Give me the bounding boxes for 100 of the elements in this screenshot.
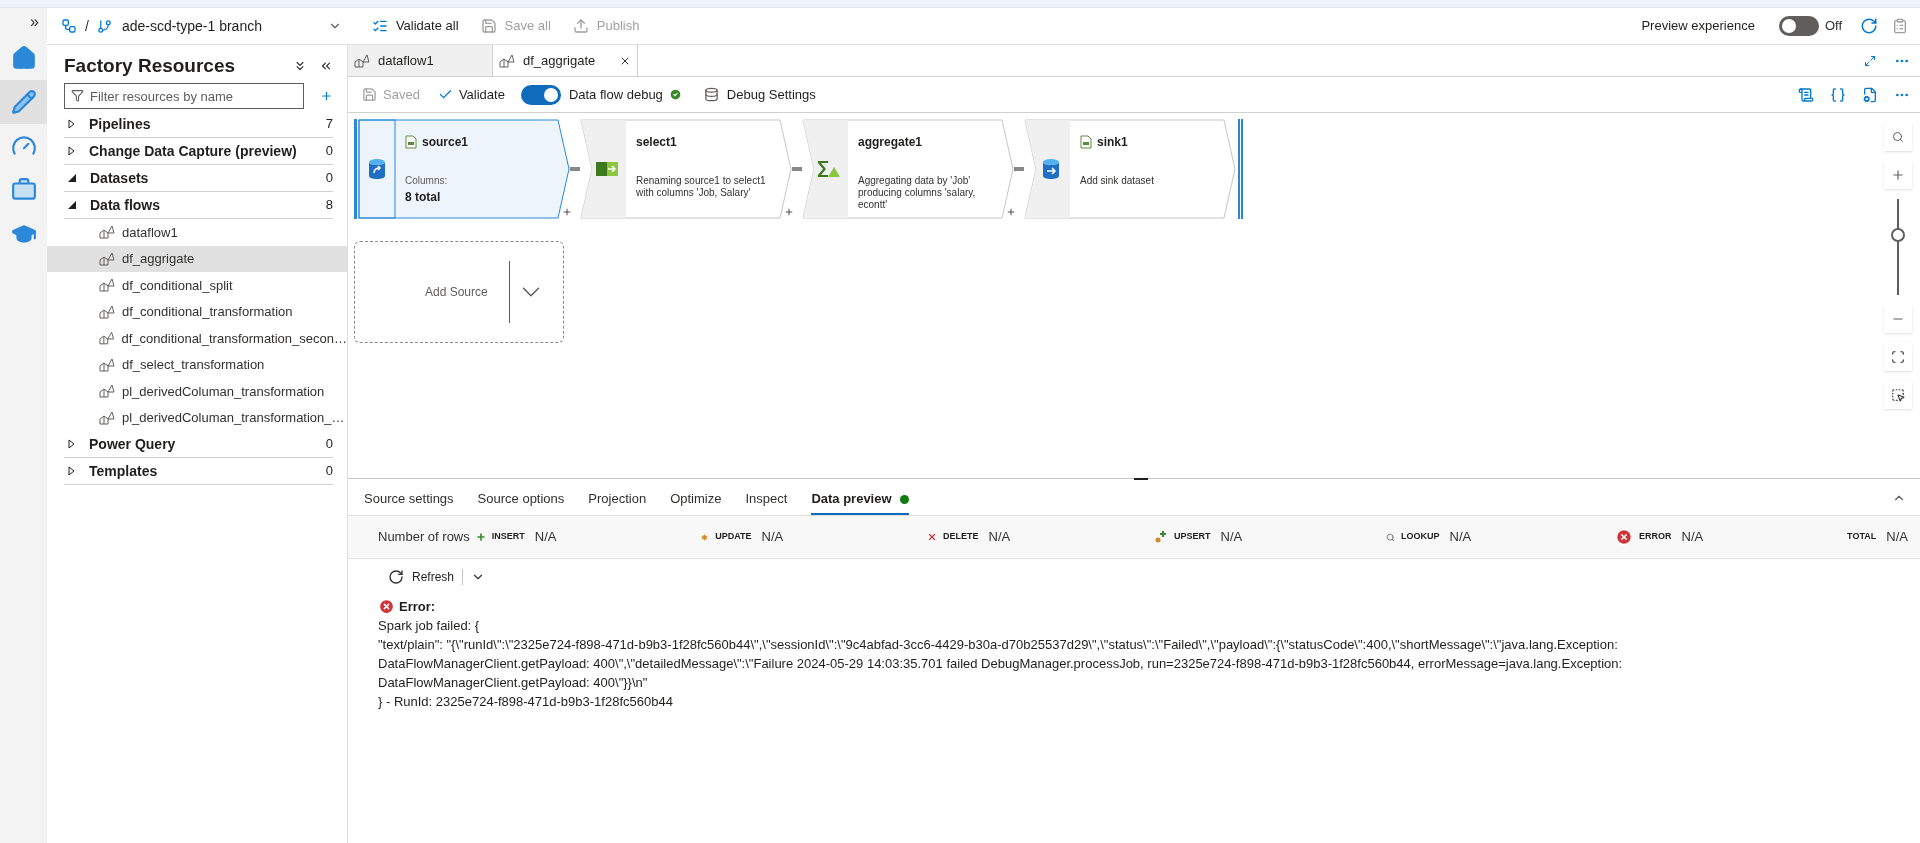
code-icon[interactable]	[1830, 86, 1846, 103]
add-source-card[interactable]: Add Source	[354, 241, 564, 343]
branch-selector[interactable]: ade-scd-type-1 branch	[121, 15, 342, 37]
zoom-slider[interactable]	[1890, 199, 1906, 295]
save-icon	[362, 87, 377, 102]
zoom-in-button[interactable]	[1884, 161, 1912, 189]
path-separator: /	[85, 16, 89, 36]
debug-settings-button[interactable]: Debug Settings	[703, 84, 816, 105]
dataflow-item[interactable]: df_aggrigate	[47, 245, 347, 272]
nav-item[interactable]	[0, 80, 47, 124]
toolbar-button[interactable]: Validate all	[371, 16, 459, 36]
refresh-button[interactable]: Refresh	[388, 568, 455, 586]
preview-toggle[interactable]	[1778, 16, 1819, 36]
count-value: N/A	[761, 528, 784, 547]
error-message-line: DataFlowManagerClient.getPayload: 400\"}}\n"	[378, 674, 649, 692]
upsert-icon	[1154, 530, 1169, 544]
panel-tab[interactable]: Projection	[588, 485, 647, 515]
error-message-line: DataFlowManagerClient.getPayload: 400\",\"detailedMessage\":\"Failure 2024-05-29 14:03:35.701 failed DebugManager.processJob, run=2325e724-f898-471d-b9b3-1f28fc560b44, errorMessage=java.lang.Exception:	[378, 655, 1624, 673]
dataflow-item[interactable]: df_conditional_transformation_secon…	[47, 325, 347, 352]
item-count: 0	[325, 169, 333, 188]
success-icon	[668, 88, 682, 101]
add-icon[interactable]	[784, 207, 794, 217]
validate-button[interactable]: Validate	[437, 84, 505, 105]
filter-field[interactable]: Filter resources by name	[64, 83, 304, 109]
file-icon	[405, 135, 417, 149]
error-message-line: Spark job failed: {	[378, 617, 481, 635]
node-description: Aggregating data by 'Job' producing columns 'salary, econtt'	[858, 175, 977, 211]
add-icon[interactable]	[562, 207, 572, 217]
database-icon	[367, 158, 386, 180]
transform-node[interactable]: aggregate1 Aggregating data by 'Job' producing columns 'salary, econtt'	[802, 119, 1014, 219]
count-value: N/A	[1886, 528, 1908, 547]
cross-icon	[927, 532, 938, 542]
panel-tab[interactable]: Source settings	[364, 485, 454, 515]
search-button[interactable]	[1884, 123, 1912, 151]
expanded-caret-icon	[68, 201, 76, 209]
collapse-all-icon[interactable]	[293, 59, 307, 73]
dataflow-item[interactable]: df_conditional_split	[47, 272, 347, 299]
collapsed-caret-icon	[68, 146, 75, 156]
select-button[interactable]	[1884, 381, 1912, 409]
node-value: 8 total	[405, 189, 442, 206]
script-icon[interactable]	[1798, 86, 1814, 103]
slider-thumb[interactable]	[1891, 227, 1905, 242]
collapse-panel-icon[interactable]	[319, 59, 333, 73]
dataflow-icon	[99, 357, 115, 372]
database-icon	[703, 87, 719, 102]
dataflow-icon	[99, 304, 115, 319]
rows-label: Number of rows	[378, 528, 470, 547]
dataflow-item[interactable]: df_select_transformation	[47, 351, 347, 378]
item-count: 0	[325, 435, 333, 454]
dataflow-icon	[99, 384, 115, 399]
dataflow-icon	[99, 331, 115, 346]
category-row[interactable]: Power Query 0	[64, 431, 333, 458]
save-icon	[480, 18, 497, 34]
item-count: 7	[325, 115, 333, 134]
clipboard-icon[interactable]	[1892, 18, 1908, 34]
fit-button[interactable]	[1884, 343, 1912, 371]
dataflow-item[interactable]: dataflow1	[47, 219, 347, 246]
node-title: aggregate1	[858, 134, 923, 151]
transform-node[interactable]: sink1 Add sink dataset	[1024, 119, 1236, 219]
count-label: INSERT	[491, 530, 525, 544]
count-value: N/A	[534, 528, 557, 547]
error-icon	[1615, 528, 1634, 546]
panel-tab[interactable]: Optimize	[670, 485, 722, 515]
category-row[interactable]: Templates 0	[64, 458, 333, 485]
plus-icon	[1891, 168, 1905, 182]
dataflow-icon	[99, 251, 115, 266]
panel-tab[interactable]: Source options	[477, 485, 565, 515]
properties-icon[interactable]	[1862, 86, 1878, 103]
pencil-icon	[10, 89, 37, 115]
category-row[interactable]: Change Data Capture (preview) 0	[64, 138, 333, 165]
dataflow-item[interactable]: df_conditional_transformation	[47, 298, 347, 325]
branch-icon	[96, 18, 112, 34]
item-count: 8	[325, 196, 333, 215]
panel-title: Factory Resources	[64, 53, 237, 78]
item-count: 0	[325, 462, 333, 481]
dataflow-item[interactable]: pl_derivedColuman_transformation_…	[47, 404, 347, 431]
transform-node[interactable]: source1 Columns: 8 total	[358, 119, 570, 219]
database-icon	[1042, 158, 1060, 180]
dataflow-icon	[99, 225, 115, 240]
expanded-caret-icon	[68, 174, 76, 182]
category-row[interactable]: Pipelines 7	[64, 111, 333, 138]
document-tab[interactable]: dataflow1	[348, 45, 493, 76]
panel-tab[interactable]: Inspect	[745, 485, 788, 515]
asterisk-icon	[700, 532, 710, 542]
error-title: Error:	[399, 598, 436, 616]
node-description: Renaming source1 to select1 with columns 'Job, Salary'	[636, 175, 767, 199]
add-icon[interactable]	[1006, 207, 1016, 217]
expand-icon[interactable]	[1864, 54, 1876, 67]
refresh-icon[interactable]	[1860, 17, 1878, 35]
debug-toggle[interactable]	[520, 84, 561, 105]
transform-node[interactable]: select1 Renaming source1 to select1 with columns 'Job, Salary'	[580, 119, 792, 219]
count-value: N/A	[988, 528, 1011, 547]
count-label: DELETE	[943, 530, 979, 544]
category-row[interactable]: Datasets 0	[64, 165, 333, 192]
count-label: TOTAL	[1847, 530, 1877, 544]
error-icon	[378, 598, 395, 615]
dataflow-item[interactable]: pl_derivedColuman_transformation	[47, 378, 347, 405]
count-label: LOOKUP	[1401, 530, 1440, 544]
category-row[interactable]: Data flows 8	[64, 192, 333, 219]
expand-toggle[interactable]: »	[30, 8, 47, 36]
